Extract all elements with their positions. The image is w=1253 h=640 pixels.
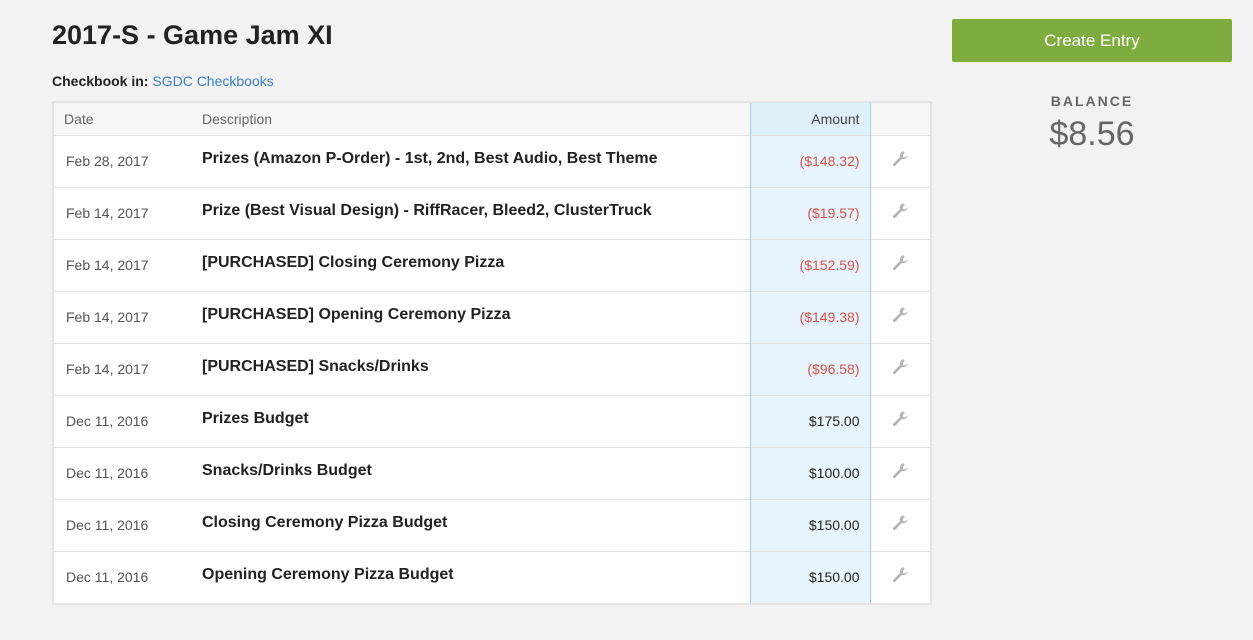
column-header-date[interactable]: Date [54, 103, 202, 135]
entry-actions [870, 134, 930, 187]
entry-amount: ($149.38) [749, 290, 871, 343]
entry-description: [PURCHASED] Closing Ceremony Pizza [202, 238, 750, 291]
wrench-icon[interactable] [891, 566, 909, 584]
entry-description: Prizes (Amazon P-Order) - 1st, 2nd, Best… [202, 134, 750, 187]
entries-table: Date Description Amount Feb 28, 2017 Priz… [52, 101, 932, 605]
table-row[interactable]: Dec 11, 2016 Snacks/Drinks Budget $100.00 [54, 446, 930, 499]
entry-description: Closing Ceremony Pizza Budget [202, 498, 750, 551]
wrench-icon[interactable] [891, 410, 909, 428]
entry-amount: $150.00 [749, 550, 871, 603]
wrench-icon[interactable] [891, 514, 909, 532]
table-row[interactable]: Dec 11, 2016 Closing Ceremony Pizza Budge… [54, 498, 930, 551]
table-row[interactable]: Feb 28, 2017 Prizes (Amazon P-Order) - 1s… [54, 134, 930, 187]
column-header-actions [870, 103, 930, 135]
entry-date: Feb 14, 2017 [54, 186, 202, 239]
table-header-row: Date Description Amount [54, 103, 930, 135]
entry-amount: $100.00 [749, 446, 871, 499]
entry-description: Snacks/Drinks Budget [202, 446, 750, 499]
create-entry-button[interactable]: Create Entry [952, 19, 1232, 62]
checkbook-breadcrumb: Checkbook in: SGDC Checkbooks [52, 73, 274, 89]
entry-description: [PURCHASED] Snacks/Drinks [202, 342, 750, 395]
wrench-icon[interactable] [891, 358, 909, 376]
entry-amount: $150.00 [749, 498, 871, 551]
entry-actions [870, 498, 930, 551]
balance-label: BALANCE [1050, 93, 1134, 109]
column-header-amount[interactable]: Amount [749, 103, 871, 135]
entry-amount: ($148.32) [749, 134, 871, 187]
entry-actions [870, 290, 930, 343]
entry-description: Prizes Budget [202, 394, 750, 447]
wrench-icon[interactable] [891, 254, 909, 272]
entry-amount: $175.00 [749, 394, 871, 447]
table-row[interactable]: Dec 11, 2016 Opening Ceremony Pizza Budge… [54, 550, 930, 603]
entry-date: Feb 14, 2017 [54, 290, 202, 343]
entry-date: Feb 14, 2017 [54, 342, 202, 395]
balance-value: $8.56 [1049, 115, 1135, 153]
page-title: 2017-S - Game Jam XI [52, 20, 333, 50]
checkbook-label: Checkbook in: [52, 73, 149, 89]
wrench-icon[interactable] [891, 202, 909, 220]
wrench-icon[interactable] [891, 150, 909, 168]
entry-actions [870, 446, 930, 499]
entry-actions [870, 238, 930, 291]
entry-date: Dec 11, 2016 [54, 498, 202, 551]
table-row[interactable]: Feb 14, 2017 Prize (Best Visual Design) -… [54, 186, 930, 239]
entry-amount: ($96.58) [749, 342, 871, 395]
entry-description: Prize (Best Visual Design) - RiffRacer, … [202, 186, 750, 239]
entry-actions [870, 342, 930, 395]
table-row[interactable]: Dec 11, 2016 Prizes Budget $175.00 [54, 394, 930, 447]
checkbook-link[interactable]: SGDC Checkbooks [152, 73, 273, 89]
entry-actions [870, 394, 930, 447]
entry-actions [870, 186, 930, 239]
entry-date: Dec 11, 2016 [54, 550, 202, 603]
entry-amount: ($152.59) [749, 238, 871, 291]
entry-description: Opening Ceremony Pizza Budget [202, 550, 750, 603]
entry-actions [870, 550, 930, 603]
wrench-icon[interactable] [891, 462, 909, 480]
wrench-icon[interactable] [891, 306, 909, 324]
entry-date: Feb 14, 2017 [54, 238, 202, 291]
table-row[interactable]: Feb 14, 2017 [PURCHASED] Opening Ceremony… [54, 290, 930, 343]
entry-date: Dec 11, 2016 [54, 446, 202, 499]
table-row[interactable]: Feb 14, 2017 [PURCHASED] Closing Ceremony… [54, 238, 930, 291]
entry-description: [PURCHASED] Opening Ceremony Pizza [202, 290, 750, 343]
entry-date: Dec 11, 2016 [54, 394, 202, 447]
entry-date: Feb 28, 2017 [54, 134, 202, 187]
table-row[interactable]: Feb 14, 2017 [PURCHASED] Snacks/Drinks ($9… [54, 342, 930, 395]
entry-amount: ($19.57) [749, 186, 871, 239]
column-header-description[interactable]: Description [202, 103, 750, 135]
